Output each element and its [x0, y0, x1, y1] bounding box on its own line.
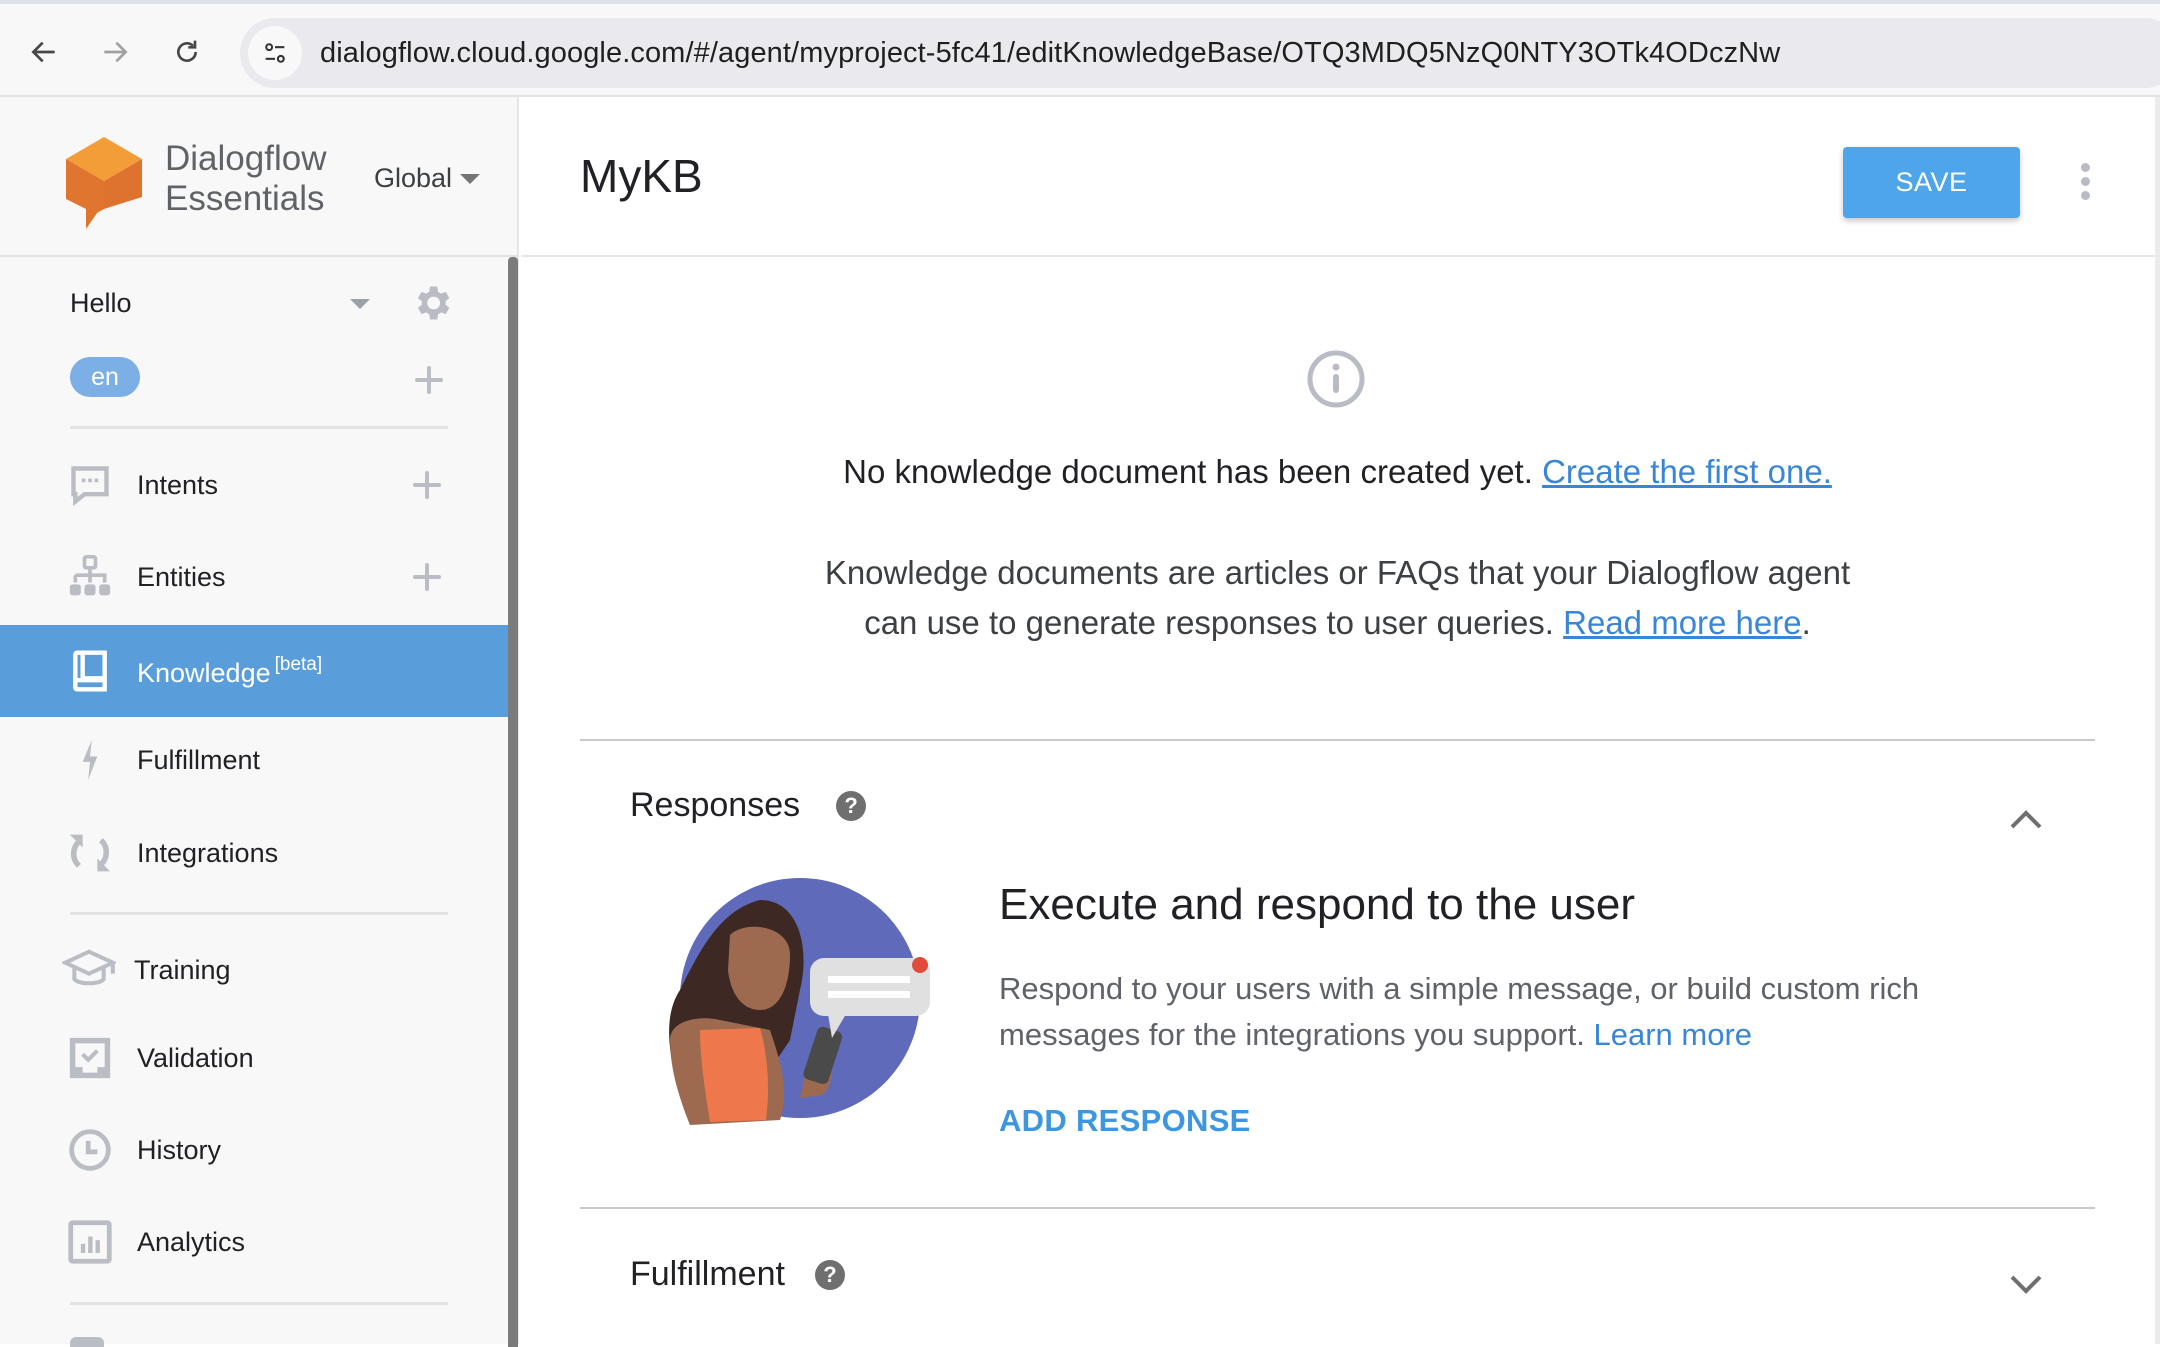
sidebar-item-label: History [137, 1134, 222, 1165]
dialogflow-logo-icon [66, 137, 142, 229]
knowledge-label: Knowledge [137, 657, 271, 688]
responses-section-header[interactable]: Responses ? [630, 786, 867, 825]
responses-heading: Execute and respond to the user [999, 880, 1635, 929]
sidebar-item-label: Training [134, 954, 231, 985]
empty-message-text: No knowledge document has been created y… [843, 453, 1533, 490]
book-icon [73, 650, 107, 692]
brand-header: Dialogflow Essentials Global [0, 97, 519, 257]
graduation-cap-icon [62, 949, 116, 986]
help-icon[interactable]: ? [836, 790, 867, 821]
sidebar-item-training[interactable]: Training [0, 924, 508, 1016]
brand-line-1: Dialogflow [165, 139, 327, 178]
region-label: Global [374, 163, 453, 193]
bolt-icon [82, 739, 98, 781]
help-icon[interactable]: ? [814, 1259, 845, 1290]
region-selector[interactable]: Global [374, 163, 481, 194]
page-edge [2155, 97, 2160, 1344]
section-divider [580, 739, 2095, 741]
description-text: can use to generate responses to user qu… [864, 604, 1554, 641]
back-button[interactable] [22, 30, 66, 74]
responses-description: Respond to your users with a simple mess… [999, 966, 1999, 1058]
sidebar-item-intents[interactable]: Intents [0, 439, 508, 531]
divider [70, 426, 448, 429]
url-text[interactable]: dialogflow.cloud.google.com/#/agent/mypr… [320, 37, 1780, 70]
sidebar-item-knowledge[interactable]: Knowledge [beta] [0, 625, 508, 717]
partial-nav-icon [70, 1337, 104, 1347]
sidebar-item-label: Intents [137, 469, 219, 500]
empty-state-description: Knowledge documents are articles or FAQs… [580, 548, 2095, 648]
language-chip[interactable]: en [70, 357, 140, 397]
agent-dropdown-icon[interactable] [350, 299, 370, 309]
responses-description-text: Respond to your users with a simple mess… [999, 971, 1920, 1052]
sidebar-item-entities[interactable]: Entities [0, 531, 508, 623]
sidebar-item-label: Fulfillment [137, 744, 261, 775]
bar-chart-icon [68, 1220, 112, 1264]
responses-illustration [669, 878, 930, 1125]
sidebar-item-label: Analytics [137, 1226, 246, 1257]
chevron-up-icon[interactable] [2006, 800, 2046, 840]
description-line-2: can use to generate responses to user qu… [580, 598, 2095, 648]
add-intent-button[interactable] [413, 471, 441, 499]
sidebar-item-label: Knowledge [beta] [137, 654, 322, 689]
sidebar-item-fulfillment[interactable]: Fulfillment [0, 714, 508, 806]
validation-icon [69, 1037, 111, 1079]
section-divider [580, 1207, 2095, 1209]
divider [70, 912, 448, 915]
description-period: . [1801, 604, 1811, 641]
brand-name[interactable]: Dialogflow Essentials [165, 139, 326, 219]
add-entity-button[interactable] [413, 563, 441, 591]
sidebar-item-label: Validation [137, 1042, 254, 1073]
fulfillment-section-header[interactable]: Fulfillment ? [630, 1255, 845, 1294]
sidebar-item-integrations[interactable]: Integrations [0, 807, 508, 899]
page-header: MyKB SAVE [521, 97, 2155, 257]
beta-badge: [beta] [274, 653, 323, 675]
sidebar-item-label: Entities [137, 561, 226, 592]
browser-toolbar: dialogflow.cloud.google.com/#/agent/mypr… [0, 0, 2160, 97]
chevron-down-icon[interactable] [2006, 1264, 2046, 1304]
sync-icon [69, 834, 111, 872]
create-first-document-link[interactable]: Create the first one. [1542, 453, 1832, 490]
learn-more-link[interactable]: Learn more [1594, 1017, 1753, 1052]
clock-icon [69, 1129, 111, 1171]
responses-title: Responses [630, 786, 801, 824]
tune-icon [265, 43, 285, 63]
arrow-right-icon [104, 41, 128, 63]
info-icon [1307, 350, 1365, 408]
sidebar-scrollbar[interactable] [508, 257, 518, 1347]
reload-icon [177, 40, 197, 62]
chat-icon [71, 466, 109, 507]
site-info-button[interactable] [248, 26, 302, 80]
caret-down-icon [460, 173, 481, 184]
agent-name: Hello [70, 287, 132, 318]
add-language-button[interactable] [415, 366, 443, 394]
add-response-button[interactable]: ADD RESPONSE [999, 1103, 1251, 1139]
sidebar-item-label: Integrations [137, 837, 279, 868]
gear-icon[interactable] [410, 281, 454, 325]
save-button[interactable]: SAVE [1843, 147, 2020, 218]
sidebar-item-history[interactable]: History [0, 1104, 508, 1196]
more-options-icon[interactable] [2071, 157, 2101, 207]
forward-button[interactable] [93, 30, 137, 74]
divider [70, 1302, 448, 1305]
agent-selector[interactable]: Hello [70, 283, 450, 323]
description-line-1: Knowledge documents are articles or FAQs… [824, 554, 1851, 591]
sidebar-item-validation[interactable]: Validation [0, 1012, 508, 1104]
arrow-left-icon [31, 41, 55, 63]
address-bar[interactable]: dialogflow.cloud.google.com/#/agent/mypr… [240, 18, 2160, 88]
read-more-link[interactable]: Read more here [1563, 604, 1801, 641]
hierarchy-icon [69, 555, 111, 596]
fulfillment-title: Fulfillment [630, 1255, 785, 1293]
page-title: MyKB [580, 150, 703, 202]
sidebar: Dialogflow Essentials Global Hello en In… [0, 97, 519, 1347]
empty-state-message: No knowledge document has been created y… [580, 453, 2095, 491]
sidebar-item-analytics[interactable]: Analytics [0, 1196, 508, 1288]
reload-button[interactable] [165, 30, 209, 74]
brand-line-2: Essentials [165, 179, 325, 218]
